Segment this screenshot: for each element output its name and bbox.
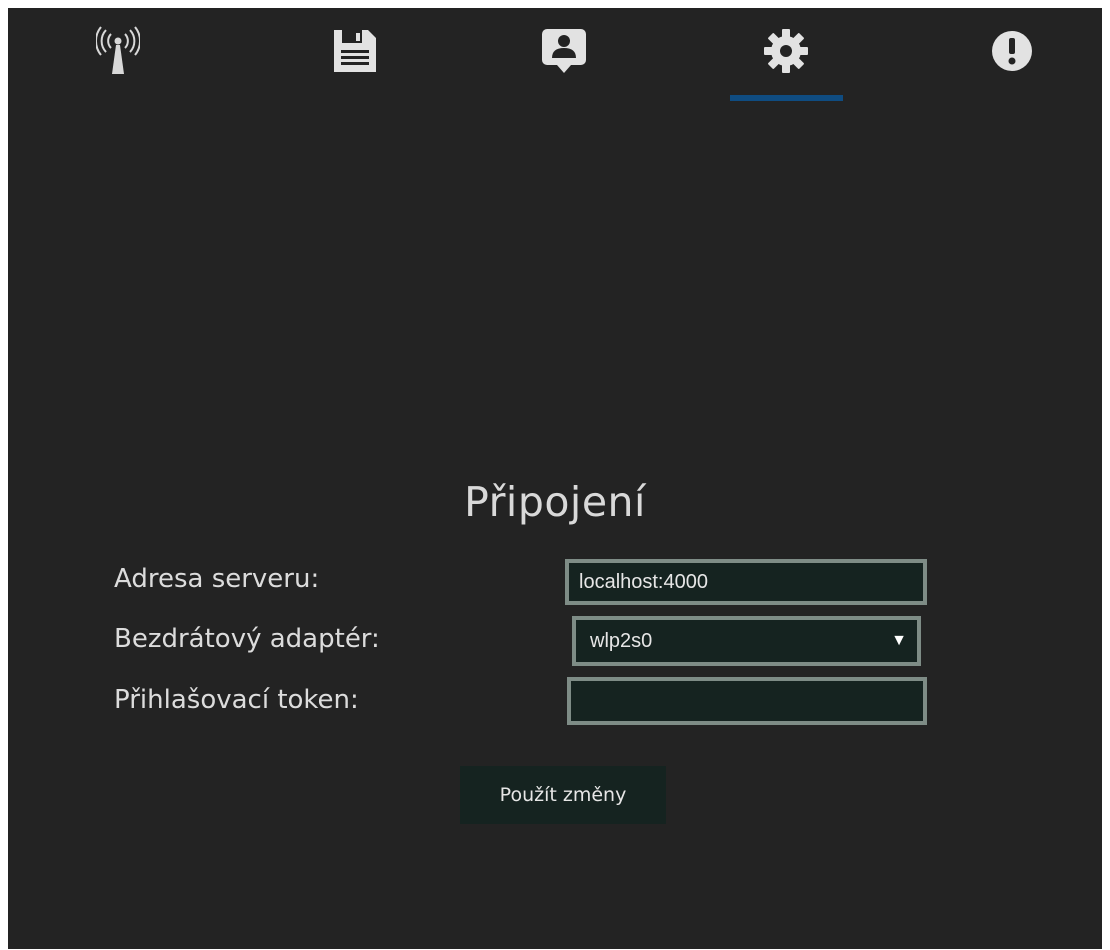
wireless-adapter-value: wlp2s0 xyxy=(590,630,653,652)
wireless-tower-icon xyxy=(96,26,140,74)
contact-card-icon xyxy=(542,29,586,73)
server-address-value: localhost:4000 xyxy=(579,571,708,593)
tab-wireless[interactable] xyxy=(53,8,183,108)
dropdown-arrow-icon: ▼ xyxy=(891,632,907,649)
tab-settings[interactable] xyxy=(721,8,851,108)
tab-contacts[interactable] xyxy=(499,8,629,108)
exclamation-circle-icon xyxy=(992,31,1032,71)
app-window: Připojení Adresa serveru: localhost:4000… xyxy=(8,8,1102,949)
top-navigation xyxy=(8,8,1102,118)
login-token-label: Přihlašovací token: xyxy=(114,685,359,715)
tab-save[interactable] xyxy=(290,8,420,108)
gear-icon xyxy=(764,29,808,73)
server-address-label: Adresa serveru: xyxy=(114,564,320,594)
tab-alerts[interactable] xyxy=(947,8,1077,108)
login-token-input[interactable] xyxy=(567,677,927,725)
floppy-disk-icon xyxy=(334,30,376,72)
active-tab-indicator xyxy=(730,95,843,101)
section-title: Připojení xyxy=(464,478,646,526)
wireless-adapter-select[interactable]: wlp2s0 ▼ xyxy=(572,616,921,666)
server-address-input[interactable]: localhost:4000 xyxy=(565,559,927,605)
apply-changes-button[interactable]: Použít změny xyxy=(460,766,666,824)
wireless-adapter-label: Bezdrátový adaptér: xyxy=(114,624,380,654)
